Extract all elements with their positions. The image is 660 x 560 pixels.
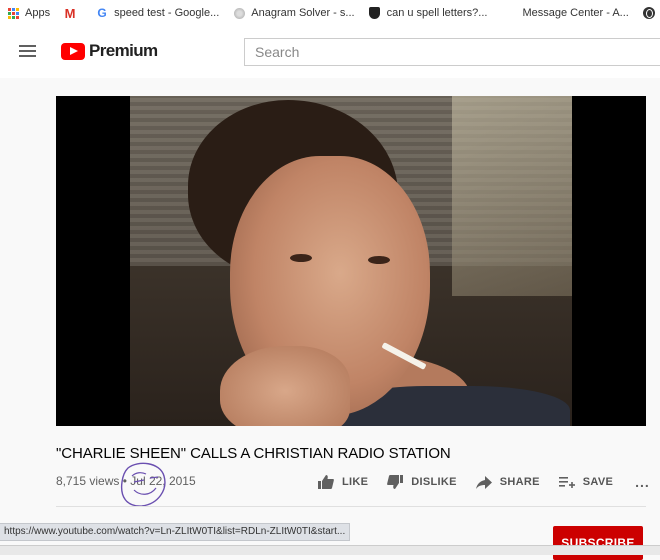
shield-icon: [369, 7, 381, 19]
google-icon: G: [97, 6, 107, 20]
video-actions: LIKE DISLIKE SHARE SAVE ...: [318, 474, 650, 490]
like-button[interactable]: LIKE: [318, 475, 368, 489]
like-label: LIKE: [342, 476, 369, 488]
bookmark-label: Apps: [25, 7, 51, 19]
bookmark-gmail[interactable]: M: [57, 0, 89, 26]
logo-text: Premium: [89, 41, 158, 60]
bookmark-mail[interactable]: mail: [636, 0, 660, 26]
view-count: 8,715 views: [56, 474, 120, 488]
masthead: Premium Search: [0, 26, 660, 78]
youtube-play-icon: [61, 42, 85, 60]
bookmark-anagram-solver[interactable]: Anagram Solver - s...: [226, 0, 361, 26]
bookmark-message-center[interactable]: Message Center - A...: [494, 0, 635, 26]
thumbs-down-icon: [387, 475, 404, 489]
share-arrow-icon: [475, 475, 492, 489]
anagram-icon: [233, 7, 245, 19]
divider: [56, 506, 646, 507]
bookmark-spell-letters[interactable]: can u spell letters?...: [362, 0, 495, 26]
video-frame: [130, 96, 572, 426]
bookmark-speed-test[interactable]: G speed test - Google...: [89, 0, 226, 26]
bookmark-label: can u spell letters?...: [386, 7, 488, 19]
share-button[interactable]: SHARE: [475, 475, 540, 489]
save-label: SAVE: [582, 476, 614, 488]
menu-icon[interactable]: [19, 45, 36, 57]
video-player[interactable]: [56, 96, 646, 426]
dislike-label: DISLIKE: [411, 476, 457, 488]
link-hover-status: https://www.youtube.com/watch?v=Ln-ZLItW…: [0, 523, 351, 541]
share-label: SHARE: [499, 476, 540, 488]
bookmarks-bar: Apps M G speed test - Google... Anagram …: [0, 0, 660, 26]
youtube-premium-logo[interactable]: Premium: [61, 41, 158, 61]
globe-icon: [642, 7, 655, 19]
more-actions-icon[interactable]: ...: [635, 474, 650, 490]
bookmark-apps[interactable]: Apps: [0, 0, 57, 26]
thumbs-up-icon: [318, 475, 334, 489]
search-placeholder: Search: [255, 44, 300, 60]
annotation-doodle: [120, 462, 166, 507]
bookmark-label: Anagram Solver - s...: [251, 7, 355, 19]
bottom-bar: [0, 545, 660, 555]
save-button[interactable]: SAVE: [558, 476, 614, 489]
bookmark-label: speed test - Google...: [114, 7, 220, 19]
apps-grid-icon: [7, 7, 19, 19]
gmail-icon: M: [64, 5, 76, 21]
dislike-button[interactable]: DISLIKE: [387, 475, 457, 489]
search-input[interactable]: Search: [244, 38, 660, 66]
playlist-add-icon: [558, 476, 575, 488]
bookmark-label: Message Center - A...: [522, 7, 629, 19]
